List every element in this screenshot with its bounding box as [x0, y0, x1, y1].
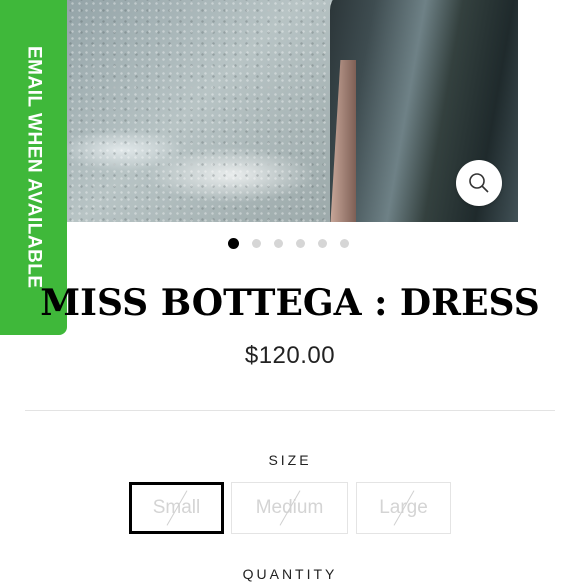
gallery-dots — [228, 238, 349, 249]
email-tab-label: EMAIL WHEN AVAILABLE — [23, 46, 45, 289]
size-option-medium[interactable]: Medium — [231, 482, 348, 534]
size-option-small[interactable]: Small — [129, 482, 224, 534]
size-options: Small Medium Large — [0, 482, 580, 536]
divider — [25, 410, 555, 411]
gallery-dot-1[interactable] — [228, 238, 239, 249]
product-price: $120.00 — [244, 342, 336, 369]
gallery-dot-4[interactable] — [296, 239, 305, 248]
size-option-large[interactable]: Large — [356, 482, 451, 534]
magnifier-icon — [469, 173, 489, 193]
product-title: MISS BOTTEGA : DRESS — [40, 282, 540, 324]
product-image[interactable] — [62, 0, 518, 222]
gallery-dot-5[interactable] — [318, 239, 327, 248]
gallery-dot-3[interactable] — [274, 239, 283, 248]
zoom-button[interactable] — [456, 160, 502, 206]
gallery-dot-2[interactable] — [252, 239, 261, 248]
size-label: SIZE — [268, 452, 312, 468]
gallery-dot-6[interactable] — [340, 239, 349, 248]
